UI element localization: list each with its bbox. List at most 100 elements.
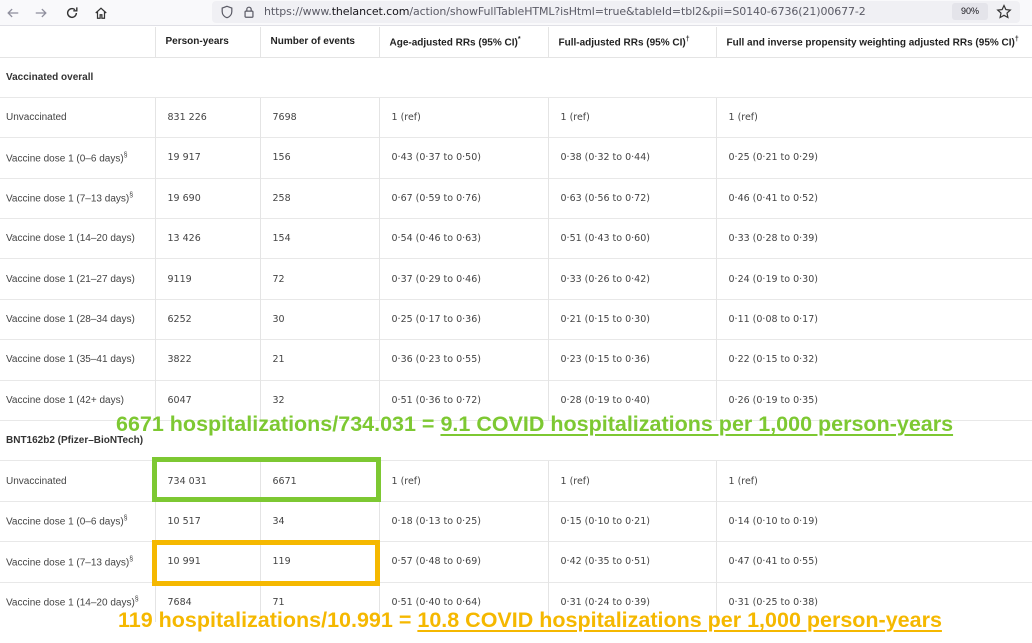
table-row: Vaccine dose 1 (0–6 days)§ 10 517 34 0·18 (… (0, 500, 1032, 542)
shield-icon[interactable] (220, 5, 234, 19)
row-label-text: Vaccine dose 1 (0–6 days) (6, 153, 124, 165)
orange-annotation-formula: 119 hospitalizations/10.991 = (118, 608, 418, 632)
cell-person-years: 831 226 (154, 96, 260, 138)
cell-full-adjusted: 1 (ref) (547, 96, 716, 138)
footnote-mark: § (123, 151, 128, 159)
cell-ipw-adjusted: 0·46 (0·41 to 0·52) (715, 177, 1032, 219)
table-header-row: Person-years Number of events Age-adjust… (0, 27, 1032, 58)
row-label-text: Vaccine dose 1 (14–20 days) (6, 233, 135, 245)
cell-events: 30 (259, 298, 379, 340)
row-label: Vaccine dose 1 (28–34 days) (0, 298, 155, 340)
green-annotation-result: 9.1 COVID hospitalizations per 1,000 per… (440, 412, 954, 436)
orange-annotation-result: 10.8 COVID hospitalizations per 1,000 pe… (417, 608, 942, 632)
url-text[interactable]: https://www.thelancet.com/action/showFul… (264, 5, 866, 18)
footnote-mark: § (129, 192, 134, 200)
table-row: Vaccine dose 1 (28–34 days) 6252 30 0·25 (0… (0, 298, 1032, 340)
header-full-adjusted: Full-adjusted RRs (95% CI)† (547, 27, 716, 58)
section-row: Vaccinated overall (0, 56, 1032, 98)
cell-person-years: 10 517 (154, 500, 260, 542)
orange-annotation: 119 hospitalizations/10.991 = 10.8 COVID… (118, 608, 942, 633)
footnote-mark: § (123, 515, 128, 523)
cell-events: 7698 (259, 96, 379, 138)
cell-person-years: 9119 (154, 258, 260, 300)
home-icon[interactable] (90, 2, 112, 24)
header-person-years: Person-years (154, 27, 260, 58)
zoom-level-badge[interactable]: 90% (952, 3, 988, 20)
green-annotation-formula: 6671 hospitalizations/734.031 = (116, 412, 441, 436)
cell-full-adjusted: 1 (ref) (547, 460, 716, 502)
back-icon[interactable] (2, 2, 24, 24)
row-label: Vaccine dose 1 (0–6 days)§ (0, 137, 155, 179)
cell-full-adjusted: 0·15 (0·10 to 0·21) (547, 500, 716, 542)
cell-person-years: 19 690 (154, 177, 260, 219)
cell-events: 156 (259, 137, 379, 179)
cell-ipw-adjusted: 0·24 (0·19 to 0·30) (715, 258, 1032, 300)
table-row: Unvaccinated 831 226 7698 1 (ref) 1 (ref) 1 (… (0, 96, 1032, 138)
footnote-mark: § (134, 596, 139, 604)
cell-events: 21 (259, 339, 379, 381)
cell-age-adjusted: 0·18 (0·13 to 0·25) (378, 500, 548, 542)
cell-age-adjusted: 1 (ref) (378, 96, 548, 138)
cell-ipw-adjusted: 0·25 (0·21 to 0·29) (715, 137, 1032, 179)
green-highlight-box (152, 457, 381, 502)
cell-events: 34 (259, 500, 379, 542)
forward-icon[interactable] (30, 2, 52, 24)
cell-full-adjusted: 0·21 (0·15 to 0·30) (547, 298, 716, 340)
reload-icon[interactable] (61, 2, 83, 24)
cell-person-years: 6252 (154, 298, 260, 340)
cell-ipw-adjusted: 0·22 (0·15 to 0·32) (715, 339, 1032, 381)
section-title: Vaccinated overall (0, 56, 1032, 98)
cell-events: 154 (259, 218, 379, 259)
row-label-text: Unvaccinated (6, 475, 67, 487)
cell-age-adjusted: 0·36 (0·23 to 0·55) (378, 339, 548, 381)
table-body: Vaccinated overall Unvaccinated 831 226 769… (0, 56, 1032, 623)
row-label-text: Vaccine dose 1 (7–13 days) (6, 557, 130, 569)
table-row: Vaccine dose 1 (21–27 days) 9119 72 0·37 (0… (0, 258, 1032, 300)
cell-full-adjusted: 0·51 (0·43 to 0·60) (547, 218, 716, 259)
header-ipw-adjusted: Full and inverse propensity weighting ad… (715, 27, 1032, 58)
cell-ipw-adjusted: 1 (ref) (715, 96, 1032, 138)
lock-icon[interactable] (242, 5, 256, 19)
row-label: Vaccine dose 1 (21–27 days) (0, 258, 155, 300)
cell-full-adjusted: 0·23 (0·15 to 0·36) (547, 339, 716, 381)
row-label-text: Vaccine dose 1 (7–13 days) (6, 193, 130, 205)
row-label-text: Vaccine dose 1 (35–41 days) (6, 354, 135, 366)
row-label: Vaccine dose 1 (7–13 days)§ (0, 541, 155, 583)
header-label (0, 27, 155, 58)
cell-person-years: 13 426 (154, 218, 260, 259)
cell-age-adjusted: 1 (ref) (378, 460, 548, 502)
cell-ipw-adjusted: 0·33 (0·28 to 0·39) (715, 218, 1032, 259)
cell-age-adjusted: 0·67 (0·59 to 0·76) (378, 177, 548, 219)
row-label: Vaccine dose 1 (35–41 days) (0, 339, 155, 381)
row-label: Vaccine dose 1 (14–20 days) (0, 218, 155, 259)
bookmark-star-icon[interactable] (996, 4, 1012, 20)
row-label-text: Vaccine dose 1 (0–6 days) (6, 516, 124, 528)
cell-person-years: 3822 (154, 339, 260, 381)
table-row: Vaccine dose 1 (0–6 days)§ 19 917 156 0·43 … (0, 137, 1032, 179)
orange-highlight-box (152, 540, 380, 586)
table-row: Vaccine dose 1 (35–41 days) 3822 21 0·36 (0… (0, 339, 1032, 381)
cell-full-adjusted: 0·63 (0·56 to 0·72) (547, 177, 716, 219)
cell-ipw-adjusted: 0·47 (0·41 to 0·55) (715, 541, 1032, 583)
cell-full-adjusted: 0·38 (0·32 to 0·44) (547, 137, 716, 179)
cell-events: 258 (259, 177, 379, 219)
cell-full-adjusted: 0·42 (0·35 to 0·51) (547, 541, 716, 583)
browser-toolbar: https://www.thelancet.com/action/showFul… (0, 0, 1032, 26)
header-events: Number of events (259, 27, 379, 58)
cell-ipw-adjusted: 0·14 (0·10 to 0·19) (715, 500, 1032, 542)
row-label-text: Vaccine dose 1 (21–27 days) (6, 273, 135, 285)
green-annotation: 6671 hospitalizations/734.031 = 9.1 COVI… (116, 412, 953, 437)
cell-age-adjusted: 0·54 (0·46 to 0·63) (378, 218, 548, 259)
results-table: Person-years Number of events Age-adjust… (0, 27, 1032, 623)
cell-full-adjusted: 0·33 (0·26 to 0·42) (547, 258, 716, 300)
cell-events: 72 (259, 258, 379, 300)
table-row: Vaccine dose 1 (14–20 days) 13 426 154 0·54… (0, 218, 1032, 259)
cell-age-adjusted: 0·25 (0·17 to 0·36) (378, 298, 548, 340)
table-row: Vaccine dose 1 (7–13 days)§ 19 690 258 0·67… (0, 177, 1032, 219)
cell-ipw-adjusted: 1 (ref) (715, 460, 1032, 502)
cell-age-adjusted: 0·57 (0·48 to 0·69) (378, 541, 548, 583)
address-bar[interactable]: https://www.thelancet.com/action/showFul… (212, 1, 1020, 23)
row-label-text: Vaccine dose 1 (42+ days) (6, 394, 124, 406)
row-label: Unvaccinated (0, 96, 155, 138)
row-label: Vaccine dose 1 (7–13 days)§ (0, 177, 155, 219)
